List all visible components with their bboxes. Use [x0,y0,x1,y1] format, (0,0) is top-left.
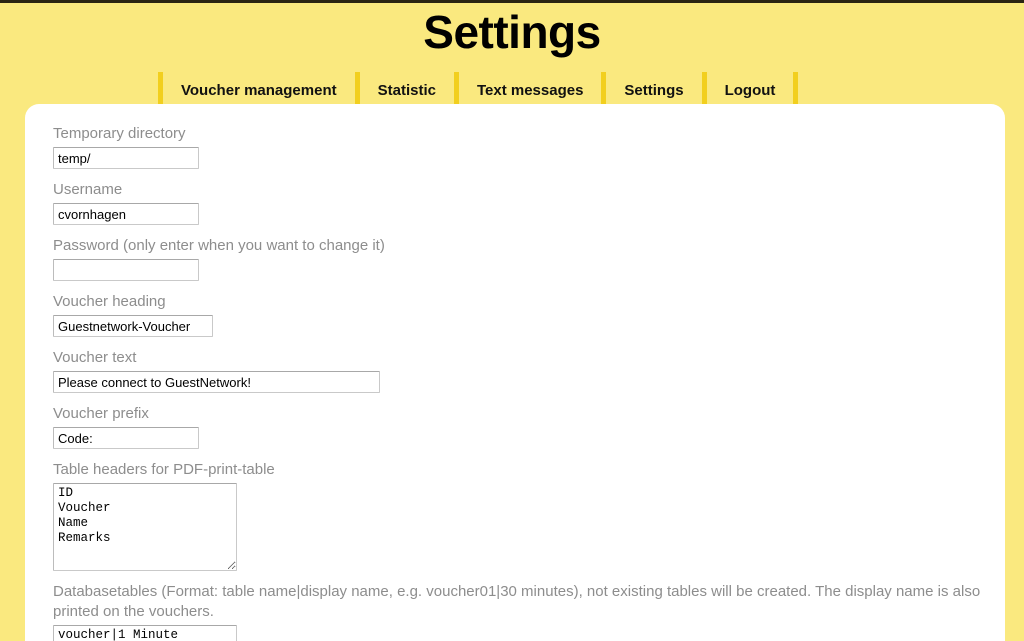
field-group-voucher-text: Voucher text [53,348,1005,393]
label-voucher-prefix: Voucher prefix [53,405,149,422]
label-databasetables: Databasetables (Format: table name|displ… [53,583,981,620]
input-voucher-prefix[interactable] [53,427,199,449]
label-username: Username [53,181,123,198]
input-voucher-heading[interactable] [53,315,213,337]
main-navigation: Voucher management Statistic Text messag… [0,72,1024,108]
nav-item-statistic[interactable]: Statistic [360,72,454,108]
settings-form-card: Temporary directory Username Password (o… [25,104,1005,641]
label-password: Password (only enter when you want to ch… [53,237,385,254]
nav-item-text-messages[interactable]: Text messages [459,72,601,108]
label-temporary-directory: Temporary directory [53,125,186,142]
page-title: Settings [423,6,601,58]
textarea-databasetables[interactable]: voucher|1 Minute voucher2|30 Minutes [53,625,237,641]
textarea-table-headers[interactable]: ID Voucher Name Remarks [53,483,237,571]
field-group-username: Username [53,180,1005,225]
field-group-password: Password (only enter when you want to ch… [53,236,1005,281]
field-group-table-headers: Table headers for PDF-print-table ID Vou… [53,460,1005,571]
input-voucher-text[interactable] [53,371,380,393]
label-voucher-text: Voucher text [53,349,137,366]
label-voucher-heading: Voucher heading [53,293,166,310]
input-password[interactable] [53,259,199,281]
top-edge-strip [0,0,1024,3]
input-username[interactable] [53,203,199,225]
nav-item-logout[interactable]: Logout [707,72,794,108]
label-table-headers: Table headers for PDF-print-table [53,461,275,478]
nav-item-voucher-management[interactable]: Voucher management [163,72,355,108]
field-group-voucher-prefix: Voucher prefix [53,404,1005,449]
field-group-temporary-directory: Temporary directory [53,124,1005,169]
nav-item-settings[interactable]: Settings [606,72,701,108]
field-group-voucher-heading: Voucher heading [53,292,1005,337]
nav-separator [793,72,799,108]
field-group-databasetables: Databasetables (Format: table name|displ… [53,582,1005,641]
input-temporary-directory[interactable] [53,147,199,169]
